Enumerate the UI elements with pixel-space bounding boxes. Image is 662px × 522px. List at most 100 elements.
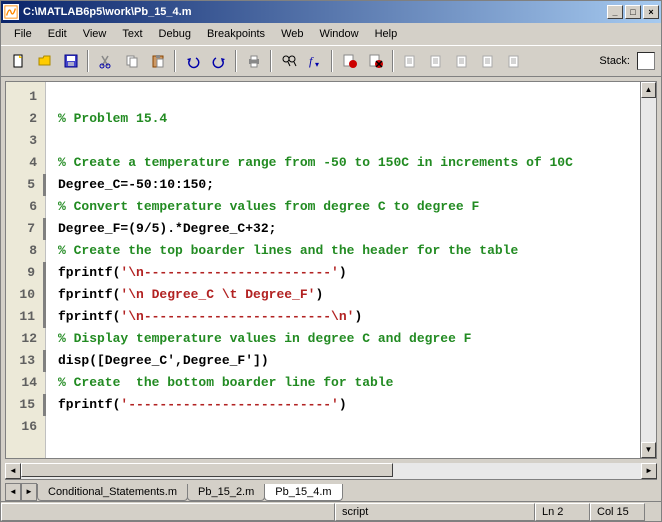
document-tab[interactable]: Conditional_Statements.m [37,484,188,501]
continue-button[interactable] [477,50,500,72]
menubar: File Edit View Text Debug Breakpoints We… [1,23,661,45]
scroll-thumb[interactable] [21,463,393,477]
code-line[interactable] [58,416,640,438]
status-line: Ln 2 [535,503,590,521]
menu-view[interactable]: View [76,26,114,42]
set-breakpoint-button[interactable] [338,50,361,72]
close-button[interactable]: × [643,5,659,19]
line-number[interactable]: 16 [6,416,45,438]
window-buttons: _ □ × [607,5,659,19]
code-line[interactable]: fprintf('\n Degree_C \t Degree_F') [58,284,640,306]
stack-selector[interactable] [637,52,655,70]
scroll-up-arrow[interactable]: ▲ [641,82,656,98]
toolbar-separator [331,50,333,72]
statusbar: script Ln 2 Col 15 [1,501,661,521]
find-button[interactable] [277,50,300,72]
menu-help[interactable]: Help [368,26,405,42]
code-line[interactable]: % Convert temperature values from degree… [58,196,640,218]
paste-button[interactable] [146,50,169,72]
minimize-button[interactable]: _ [607,5,623,19]
new-file-button[interactable] [7,50,30,72]
line-number[interactable]: 11 [6,306,46,328]
scroll-down-arrow[interactable]: ▼ [641,442,656,458]
code-line[interactable]: fprintf('\n------------------------\n') [58,306,640,328]
redo-button[interactable] [207,50,230,72]
status-mode: script [335,503,535,521]
toolbar-separator [392,50,394,72]
toolbar-separator [87,50,89,72]
maximize-button[interactable]: □ [625,5,641,19]
menu-debug[interactable]: Debug [152,26,198,42]
scroll-track[interactable] [641,98,656,442]
scroll-right-arrow[interactable]: ► [641,463,657,479]
code-line[interactable] [58,86,640,108]
toolbar-separator [270,50,272,72]
editor-window: C:\MATLAB6p5\work\Pb_15_4.m _ □ × File E… [0,0,662,522]
open-file-button[interactable] [33,50,56,72]
print-button[interactable] [242,50,265,72]
line-number[interactable]: 12 [6,328,45,350]
status-message [1,503,335,521]
menu-file[interactable]: File [7,26,39,42]
line-number[interactable]: 14 [6,372,45,394]
svg-text:▾: ▾ [315,60,319,69]
menu-window[interactable]: Window [312,26,365,42]
line-number[interactable]: 15 [6,394,46,416]
menu-breakpoints[interactable]: Breakpoints [200,26,272,42]
toolbar-separator [174,50,176,72]
scroll-left-arrow[interactable]: ◄ [5,463,21,479]
line-number[interactable]: 1 [6,86,45,108]
scroll-track[interactable] [21,463,641,479]
exit-debug-button[interactable] [503,50,526,72]
code-line[interactable]: Degree_F=(9/5).*Degree_C+32; [58,218,640,240]
line-number[interactable]: 7 [6,218,46,240]
toolbar: f▾ Stack: [1,45,661,77]
save-button[interactable] [59,50,82,72]
code-line[interactable]: % Display temperature values in degree C… [58,328,640,350]
step-in-button[interactable] [425,50,448,72]
document-tab[interactable]: Pb_15_4.m [264,484,342,501]
line-number[interactable]: 10 [6,284,46,306]
line-number[interactable]: 8 [6,240,45,262]
function-button[interactable]: f▾ [303,50,326,72]
tab-scroll-left[interactable]: ◄ [5,483,21,501]
tab-list: Conditional_Statements.mPb_15_2.mPb_15_4… [37,484,342,501]
copy-button[interactable] [120,50,143,72]
line-number[interactable]: 3 [6,130,45,152]
tab-scroll-right[interactable]: ► [21,483,37,501]
menu-text[interactable]: Text [115,26,149,42]
step-button[interactable] [399,50,422,72]
editor-area: 12345678910111213141516 % Problem 15.4% … [5,81,657,459]
vertical-scrollbar[interactable]: ▲ ▼ [640,82,656,458]
window-title: C:\MATLAB6p5\work\Pb_15_4.m [23,6,607,18]
line-number[interactable]: 5 [6,174,46,196]
app-icon [3,4,19,20]
step-out-button[interactable] [451,50,474,72]
menu-web[interactable]: Web [274,26,310,42]
code-area[interactable]: % Problem 15.4 % Create a temperature ran… [46,82,640,458]
line-number-gutter: 12345678910111213141516 [6,82,46,458]
line-number[interactable]: 9 [6,262,46,284]
menu-edit[interactable]: Edit [41,26,74,42]
line-number[interactable]: 2 [6,108,45,130]
line-number[interactable]: 13 [6,350,46,372]
clear-breakpoint-button[interactable] [364,50,387,72]
horizontal-scrollbar[interactable]: ◄ ► [5,463,657,479]
code-line[interactable]: disp([Degree_C',Degree_F']) [58,350,640,372]
code-line[interactable] [58,130,640,152]
document-tabs: ◄ ► Conditional_Statements.mPb_15_2.mPb_… [5,479,657,501]
code-line[interactable]: % Create a temperature range from -50 to… [58,152,640,174]
undo-button[interactable] [181,50,204,72]
document-tab[interactable]: Pb_15_2.m [187,484,265,501]
code-line[interactable]: % Problem 15.4 [58,108,640,130]
svg-text:f: f [309,54,314,68]
code-line[interactable]: % Create the top boarder lines and the h… [58,240,640,262]
code-line[interactable]: Degree_C=-50:10:150; [58,174,640,196]
line-number[interactable]: 4 [6,152,45,174]
line-number[interactable]: 6 [6,196,45,218]
code-line[interactable]: fprintf('--------------------------') [58,394,640,416]
cut-button[interactable] [94,50,117,72]
code-line[interactable]: fprintf('\n------------------------') [58,262,640,284]
titlebar[interactable]: C:\MATLAB6p5\work\Pb_15_4.m _ □ × [1,1,661,23]
code-line[interactable]: % Create the bottom boarder line for tab… [58,372,640,394]
